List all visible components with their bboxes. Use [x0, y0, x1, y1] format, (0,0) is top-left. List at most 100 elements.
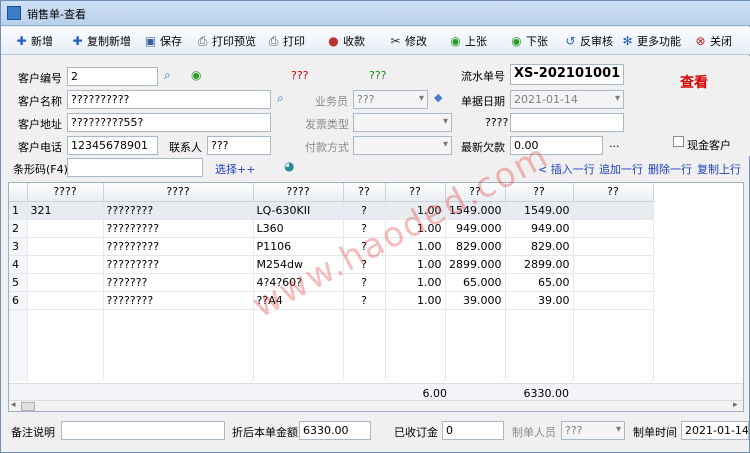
table-cell[interactable]: P1106 — [253, 237, 344, 256]
table-cell[interactable]: ????????? — [103, 237, 254, 256]
debt-field[interactable]: 0.00 — [510, 136, 603, 155]
table-cell[interactable]: 5 — [9, 273, 28, 292]
table-cell[interactable]: ??????? — [103, 273, 254, 292]
contact-field[interactable]: ??? — [207, 136, 271, 155]
receipt-button[interactable]: ● 收款 — [327, 32, 365, 50]
table-cell[interactable] — [573, 201, 654, 220]
horizontal-scrollbar[interactable]: ◂ ▸ — [9, 400, 743, 411]
table-cell[interactable] — [27, 255, 104, 274]
table-cell[interactable]: 2899.00 — [505, 255, 574, 274]
pay-select[interactable] — [353, 136, 452, 155]
table-cell[interactable]: ? — [343, 291, 386, 310]
maker-select[interactable]: ??? — [561, 421, 625, 440]
table-cell[interactable] — [573, 255, 654, 274]
copy-prev-link[interactable]: 复制上行 — [697, 161, 741, 177]
received-field[interactable]: 0 — [442, 421, 504, 440]
col-header[interactable]: ???? — [103, 183, 254, 202]
close-button[interactable]: ⊗ 关闭 — [694, 32, 732, 50]
print-button[interactable]: ⎙ 打印 — [267, 32, 305, 50]
eraser-icon[interactable]: ◆ — [434, 91, 442, 104]
table-cell[interactable]: 1.00 — [385, 201, 446, 220]
col-header[interactable]: ?? — [343, 183, 386, 202]
table-cell[interactable] — [573, 273, 654, 292]
table-cell[interactable]: 949.00 — [505, 219, 574, 238]
more-button[interactable]: ✻ 更多功能 — [621, 32, 681, 50]
serial-field[interactable]: XS-202101001 — [510, 64, 624, 85]
extra-field[interactable] — [510, 113, 624, 132]
table-cell[interactable]: ? — [343, 219, 386, 238]
refresh-icon[interactable]: ◉ — [191, 68, 201, 82]
table-cell[interactable] — [573, 237, 654, 256]
table-row[interactable]: 3????????? P1106? 1.00 829.000 829.00 — [9, 237, 654, 256]
modify-button[interactable]: ✂ 修改 — [389, 32, 427, 50]
table-cell[interactable] — [573, 219, 654, 238]
copy-new-button[interactable]: ✚ 复制新增 — [71, 32, 131, 50]
table-cell[interactable]: LQ-630KII — [253, 201, 344, 220]
table-row[interactable]: 6???????? ??A4? 1.00 39.000 39.00 — [9, 291, 654, 310]
items-grid[interactable]: ???? ???? ???? ?? ?? ?? ?? ?? 1 321??????… — [8, 182, 744, 412]
customer-name-field[interactable]: ?????????? — [67, 90, 271, 109]
table-cell[interactable]: M254dw — [253, 255, 344, 274]
table-cell[interactable]: 1.00 — [385, 219, 446, 238]
search-icon[interactable]: ⌕ — [164, 68, 171, 83]
table-cell[interactable]: ????????? — [103, 255, 254, 274]
table-cell[interactable]: ????????? — [103, 219, 254, 238]
table-cell[interactable]: 1.00 — [385, 255, 446, 274]
table-cell[interactable]: 4 — [9, 255, 28, 274]
next-button[interactable]: ◉ 下张 — [510, 32, 548, 50]
print-preview-button[interactable]: ⎙ 打印预览 — [196, 32, 256, 50]
table-cell[interactable]: 65.000 — [445, 273, 506, 292]
table-cell[interactable]: ??A4 — [253, 291, 344, 310]
col-header[interactable]: ???? — [27, 183, 104, 202]
address-field[interactable]: ?????????55? — [67, 113, 271, 132]
table-cell[interactable]: ? — [343, 201, 386, 220]
globe-icon[interactable]: ◕ — [284, 159, 294, 173]
table-cell[interactable]: 1.00 — [385, 291, 446, 310]
table-cell[interactable]: ? — [343, 255, 386, 274]
table-cell[interactable]: 829.000 — [445, 237, 506, 256]
table-cell[interactable]: 1549.00 — [505, 201, 574, 220]
phone-field[interactable]: 12345678901 — [67, 136, 158, 155]
table-cell[interactable]: 65.00 — [505, 273, 574, 292]
salesman-select[interactable]: ??? — [353, 90, 428, 109]
table-cell[interactable]: 1 — [9, 201, 28, 220]
customer-no-field[interactable]: 2 — [67, 67, 158, 86]
prev-button[interactable]: ◉ 上张 — [449, 32, 487, 50]
table-cell[interactable]: ? — [343, 237, 386, 256]
scroll-right-icon[interactable]: ▸ — [733, 400, 738, 410]
make-time-field[interactable]: 2021-01-14 0 — [681, 421, 749, 440]
table-cell[interactable]: L360 — [253, 219, 344, 238]
col-header[interactable]: ?? — [385, 183, 446, 202]
table-row[interactable]: 4????????? M254dw? 1.00 2899.000 2899.00 — [9, 255, 654, 274]
table-cell[interactable]: 1549.000 — [445, 201, 506, 220]
append-row-link[interactable]: 追加一行 — [599, 161, 643, 177]
table-cell[interactable]: 949.000 — [445, 219, 506, 238]
col-header[interactable]: ?? — [505, 183, 574, 202]
table-cell[interactable]: 3 — [9, 237, 28, 256]
table-cell[interactable]: 39.00 — [505, 291, 574, 310]
scroll-left-icon[interactable]: ◂ — [11, 400, 16, 410]
col-header[interactable]: ?? — [573, 183, 654, 202]
discount-field[interactable]: 6330.00 — [299, 421, 371, 440]
table-cell[interactable] — [27, 237, 104, 256]
table-cell[interactable] — [27, 273, 104, 292]
col-header[interactable] — [9, 183, 28, 202]
new-button[interactable]: ✚ 新增 — [15, 32, 53, 50]
table-row[interactable]: 1 321???????? LQ-630KII? 1.00 1549.000 1549.0… — [9, 201, 654, 220]
customer-search-icon[interactable]: ⌕ — [277, 91, 284, 106]
table-cell[interactable]: ???????? — [103, 291, 254, 310]
table-cell[interactable]: ? — [343, 273, 386, 292]
table-cell[interactable]: 829.00 — [505, 237, 574, 256]
insert-row-link[interactable]: < 插入一行 — [538, 161, 595, 177]
table-cell[interactable]: 4?4?60? — [253, 273, 344, 292]
table-cell[interactable] — [27, 291, 104, 310]
save-button[interactable]: ▣ 保存 — [144, 32, 182, 50]
cash-customer-checkbox[interactable] — [673, 136, 684, 147]
table-cell[interactable]: 1.00 — [385, 237, 446, 256]
scroll-thumb[interactable] — [21, 402, 35, 411]
table-cell[interactable] — [27, 219, 104, 238]
invoice-select[interactable] — [353, 113, 452, 132]
table-cell[interactable]: ???????? — [103, 201, 254, 220]
col-header[interactable]: ???? — [253, 183, 344, 202]
debt-more-button[interactable]: ... — [609, 137, 620, 150]
